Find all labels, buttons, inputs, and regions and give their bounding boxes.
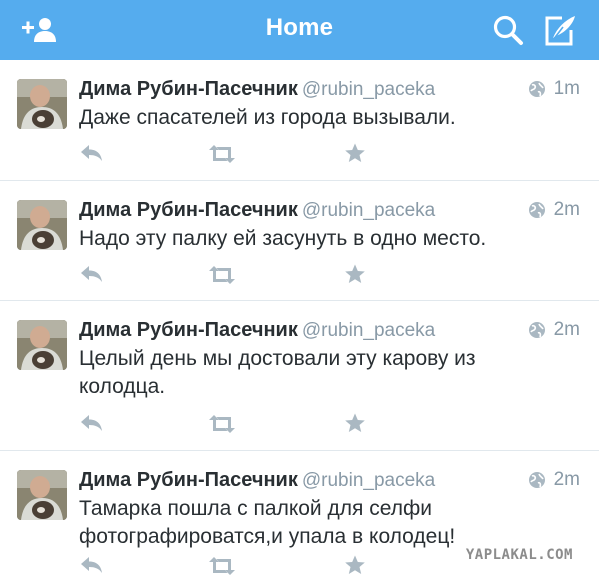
tweet-text: Надо эту палку ей засунуть в одно место.: [79, 227, 487, 250]
tweet-header: Дима Рубин-Пасечник @rubin_paceka: [79, 198, 435, 223]
tweet-meta: 1m: [528, 78, 580, 100]
tweet-time: 2m: [553, 469, 580, 490]
retweet-icon: [209, 557, 235, 575]
tweet-header: Дима Рубин-Пасечник @rubin_paceka: [79, 468, 435, 493]
author-handle[interactable]: @rubin_paceka: [302, 79, 435, 100]
globe-icon: [528, 202, 545, 218]
tweet-time: 2m: [553, 319, 580, 340]
compose-icon: [545, 16, 575, 46]
avatar[interactable]: [17, 470, 67, 520]
globe-icon: [528, 472, 545, 488]
tweet-text: Целый день мы достовали эту карову из ко…: [79, 347, 476, 398]
reply-button[interactable]: [79, 142, 105, 166]
author-name[interactable]: Дима Рубин-Пасечник: [79, 199, 298, 221]
globe-icon: [528, 81, 545, 97]
tweet-text: Тамарка пошла с палкой для селфи фотогра…: [79, 497, 456, 548]
retweet-button[interactable]: [207, 554, 237, 578]
star-icon: [345, 555, 365, 574]
avatar-photo: [17, 320, 67, 370]
tweet-meta: 2m: [528, 469, 580, 491]
reply-icon: [81, 145, 102, 161]
author-handle[interactable]: @rubin_paceka: [302, 470, 435, 491]
author-name[interactable]: Дима Рубин-Пасечник: [79, 78, 298, 100]
tweet-actions: [79, 263, 379, 287]
reply-button[interactable]: [79, 554, 105, 578]
favorite-button[interactable]: [344, 554, 366, 578]
watermark: YAPLAKAL.COM: [465, 547, 573, 563]
globe-icon: [528, 322, 545, 338]
reply-icon: [81, 557, 102, 573]
author-name[interactable]: Дима Рубин-Пасечник: [79, 319, 298, 341]
author-handle[interactable]: @rubin_paceka: [302, 200, 435, 221]
star-icon: [345, 264, 365, 283]
avatar-photo: [17, 79, 67, 129]
search-button[interactable]: [489, 12, 529, 48]
compose-button[interactable]: [541, 12, 581, 48]
tweet[interactable]: Дима Рубин-Пасечник @rubin_paceka 1m Даже…: [0, 60, 599, 181]
reply-icon: [81, 266, 102, 282]
avatar-photo: [17, 200, 67, 250]
favorite-button[interactable]: [344, 263, 366, 287]
tweet[interactable]: Дима Рубин-Пасечник @rubin_paceka 2m Тама…: [0, 451, 599, 586]
star-icon: [345, 143, 365, 162]
tweet-header: Дима Рубин-Пасечник @rubin_paceka: [79, 318, 435, 343]
favorite-button[interactable]: [344, 412, 366, 436]
tweet-time: 2m: [553, 199, 580, 220]
retweet-button[interactable]: [207, 263, 237, 287]
tweet-actions: [79, 554, 379, 578]
author-handle[interactable]: @rubin_paceka: [302, 320, 435, 341]
tweet-actions: [79, 412, 379, 436]
retweet-icon: [209, 415, 235, 433]
tweet-meta: 2m: [528, 319, 580, 341]
retweet-icon: [209, 266, 235, 284]
retweet-button[interactable]: [207, 142, 237, 166]
tweet-meta: 2m: [528, 199, 580, 221]
nav-bar: Home: [0, 0, 599, 60]
tweet-actions: [79, 142, 379, 166]
tweet-header: Дима Рубин-Пасечник @rubin_paceka: [79, 77, 435, 102]
tweet[interactable]: Дима Рубин-Пасечник @rubin_paceka 2m Надо…: [0, 181, 599, 301]
star-icon: [345, 413, 365, 432]
tweet-time: 1m: [553, 78, 580, 99]
timeline: Дима Рубин-Пасечник @rubin_paceka 1m Даже…: [0, 60, 599, 586]
author-name[interactable]: Дима Рубин-Пасечник: [79, 469, 298, 491]
avatar-photo: [17, 470, 67, 520]
favorite-button[interactable]: [344, 142, 366, 166]
retweet-icon: [209, 145, 235, 163]
avatar[interactable]: [17, 200, 67, 250]
search-icon: [493, 15, 523, 45]
reply-button[interactable]: [79, 263, 105, 287]
avatar[interactable]: [17, 320, 67, 370]
retweet-button[interactable]: [207, 412, 237, 436]
tweet[interactable]: Дима Рубин-Пасечник @rubin_paceka 2m Целы…: [0, 301, 599, 451]
reply-icon: [81, 415, 102, 431]
tweet-text: Даже спасателей из города вызывали.: [79, 106, 456, 129]
avatar[interactable]: [17, 79, 67, 129]
reply-button[interactable]: [79, 412, 105, 436]
